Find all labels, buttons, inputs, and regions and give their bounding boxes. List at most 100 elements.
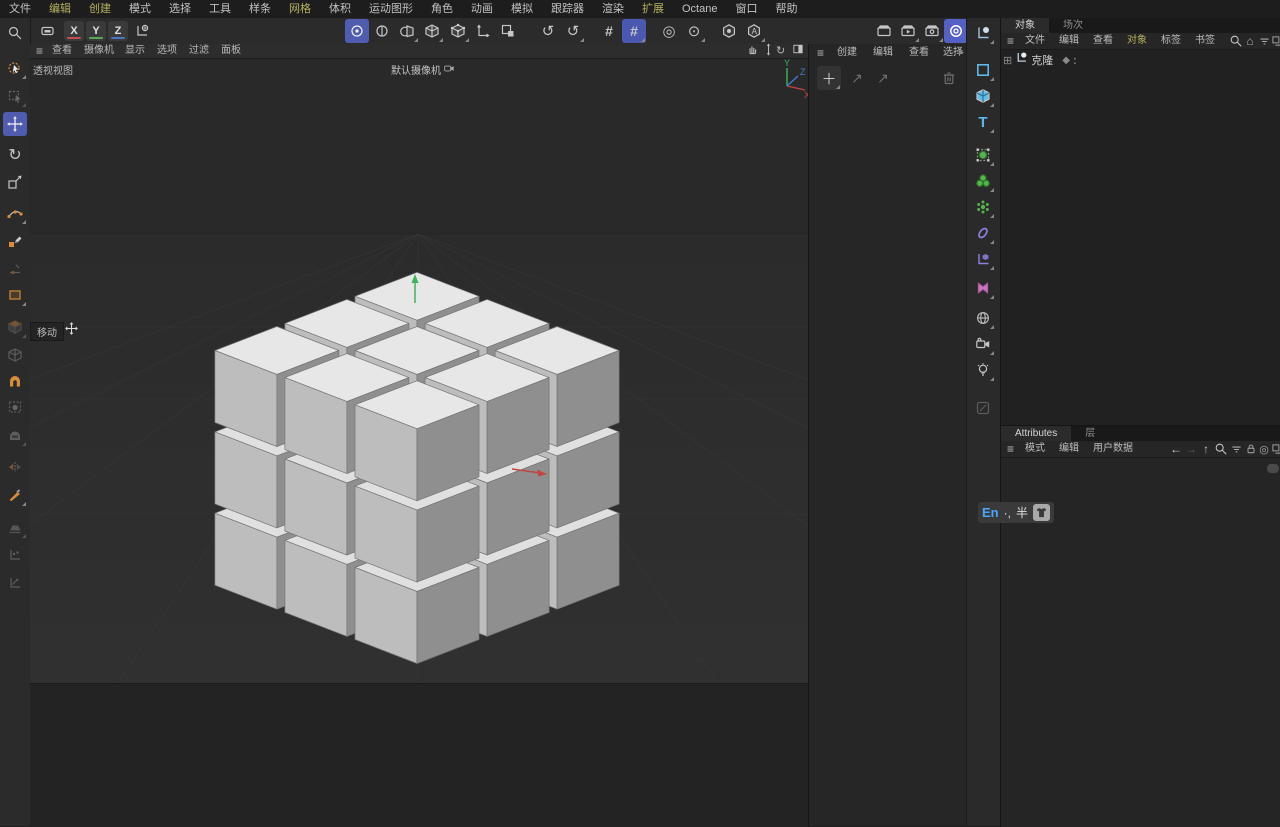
mirror-tool-icon[interactable] bbox=[3, 455, 27, 479]
om-filter-icon[interactable] bbox=[1257, 34, 1271, 48]
layer-diamond-icon[interactable]: ◆ bbox=[1062, 55, 1070, 66]
attr-hamburger-icon[interactable]: ≡ bbox=[1007, 441, 1014, 457]
orbit-view-icon[interactable]: ↻ bbox=[776, 44, 785, 58]
menu-select[interactable]: 选择 bbox=[160, 0, 200, 18]
attr-forward-icon[interactable]: → bbox=[1184, 442, 1198, 456]
menu-simulate[interactable]: 模拟 bbox=[502, 0, 542, 18]
viewport-menu-filter[interactable]: 过滤 bbox=[189, 44, 209, 58]
menu-extensions[interactable]: 扩展 bbox=[633, 0, 673, 18]
enable-axis-icon[interactable]: ↺ bbox=[536, 19, 560, 43]
axis-settings-icon[interactable]: ↺ bbox=[561, 19, 585, 43]
attr-search-icon[interactable] bbox=[1214, 442, 1228, 456]
axis-arrow-icon[interactable] bbox=[3, 571, 27, 595]
texture-mode-icon[interactable] bbox=[395, 19, 419, 43]
axis-dots-icon[interactable] bbox=[3, 543, 27, 567]
scale-tool-icon[interactable] bbox=[3, 170, 27, 194]
spline-pen-icon[interactable] bbox=[3, 229, 27, 253]
camera-label[interactable]: 默认摄像机 bbox=[391, 62, 455, 77]
workplane-mode-icon[interactable] bbox=[496, 19, 520, 43]
menu-tracker[interactable]: 跟踪器 bbox=[542, 0, 593, 18]
menu-edit[interactable]: 编辑 bbox=[40, 0, 80, 18]
menu-create[interactable]: 创建 bbox=[80, 0, 120, 18]
cube-primitive-icon[interactable] bbox=[971, 84, 995, 108]
array-generator-icon[interactable] bbox=[971, 195, 995, 219]
point-mode-icon[interactable] bbox=[446, 19, 470, 43]
move-tool-icon[interactable] bbox=[3, 112, 27, 136]
assign-arrow-icon[interactable]: ↗ bbox=[845, 66, 869, 90]
menu-character[interactable]: 角色 bbox=[422, 0, 462, 18]
delete-trash-icon[interactable] bbox=[937, 66, 961, 90]
rotate-tool-icon[interactable]: ↻ bbox=[3, 143, 27, 167]
menu-mesh[interactable]: 网格 bbox=[280, 0, 320, 18]
live-selection-icon[interactable] bbox=[3, 56, 27, 80]
lock-z-axis-button[interactable]: Z bbox=[108, 21, 128, 41]
ime-bar[interactable]: En ·, 半 bbox=[978, 502, 1054, 523]
box-selection-icon[interactable] bbox=[3, 84, 27, 108]
material-create-icon[interactable] bbox=[971, 396, 995, 420]
unassign-arrow-icon[interactable]: ↗ bbox=[871, 66, 895, 90]
quantize-icon[interactable]: # bbox=[597, 19, 621, 43]
helmet-tool-icon[interactable] bbox=[3, 423, 27, 447]
snap-enabled-icon[interactable]: # bbox=[622, 19, 646, 43]
menu-file[interactable]: 文件 bbox=[0, 0, 40, 18]
om-panel-icon[interactable] bbox=[1270, 34, 1280, 48]
midpanel-menu-view[interactable]: 查看 bbox=[909, 45, 929, 61]
attr-filter-icon[interactable] bbox=[1229, 442, 1243, 456]
symmetry-icon[interactable] bbox=[971, 276, 995, 300]
octane-live-viewer-icon[interactable] bbox=[944, 19, 968, 43]
object-mode-icon[interactable] bbox=[370, 19, 394, 43]
subdivision-surface-icon[interactable] bbox=[971, 143, 995, 167]
add-button[interactable]: ＋ bbox=[817, 66, 841, 90]
cage-deform-icon[interactable] bbox=[3, 395, 27, 419]
midpanel-more-icon[interactable]: ▸ bbox=[959, 45, 964, 61]
sky-globe-icon[interactable] bbox=[971, 306, 995, 330]
menu-animate[interactable]: 动画 bbox=[462, 0, 502, 18]
tab-objects[interactable]: 对象 bbox=[1001, 18, 1049, 33]
attr-menu-mode[interactable]: 模式 bbox=[1025, 441, 1045, 457]
tab-takes[interactable]: 场次 bbox=[1049, 18, 1097, 33]
attr-lock-icon[interactable] bbox=[1244, 442, 1258, 456]
iron-tool-icon[interactable] bbox=[3, 515, 27, 539]
menu-help[interactable]: 帮助 bbox=[766, 0, 806, 18]
menu-spline[interactable]: 样条 bbox=[240, 0, 280, 18]
render-region-icon[interactable]: ◎ bbox=[657, 19, 681, 43]
extrude-cube-icon[interactable] bbox=[3, 315, 27, 339]
om-home-icon[interactable]: ⌂ bbox=[1243, 34, 1257, 48]
attr-back-icon[interactable]: ← bbox=[1169, 442, 1183, 456]
om-menu-view[interactable]: 查看 bbox=[1093, 33, 1113, 49]
render-settings-icon[interactable] bbox=[920, 19, 944, 43]
attr-target-icon[interactable]: ◎ bbox=[1257, 442, 1271, 456]
cube-wire-icon[interactable] bbox=[3, 343, 27, 367]
attr-scrollbar-thumb[interactable] bbox=[1267, 464, 1279, 473]
lock-y-axis-button[interactable]: Y bbox=[86, 21, 106, 41]
menu-tools[interactable]: 工具 bbox=[200, 0, 240, 18]
light-create-icon[interactable] bbox=[971, 358, 995, 382]
om-menu-tags[interactable]: 标签 bbox=[1161, 33, 1181, 49]
camera-create-icon[interactable] bbox=[971, 332, 995, 356]
rectangle-spline-icon[interactable] bbox=[971, 58, 995, 82]
menu-octane[interactable]: Octane bbox=[673, 0, 726, 18]
attr-menu-edit[interactable]: 编辑 bbox=[1059, 441, 1079, 457]
viewport-hamburger-icon[interactable]: ≡ bbox=[36, 44, 43, 58]
search-icon[interactable] bbox=[3, 21, 27, 45]
ime-skin-icon[interactable] bbox=[1033, 504, 1050, 521]
octane-object-icon[interactable] bbox=[717, 19, 741, 43]
axis-mode-icon[interactable] bbox=[471, 19, 495, 43]
attr-panel-icon[interactable] bbox=[1270, 442, 1280, 456]
attr-menu-userdata[interactable]: 用户数据 bbox=[1093, 441, 1133, 457]
visibility-dots-icon[interactable]: : bbox=[1073, 53, 1077, 67]
rectangle-tool-icon[interactable] bbox=[3, 283, 27, 307]
spline-smooth-icon[interactable] bbox=[3, 201, 27, 225]
menu-window[interactable]: 窗口 bbox=[726, 0, 766, 18]
viewport-menu-camera[interactable]: 摄像机 bbox=[84, 44, 114, 58]
om-menu-bookmarks[interactable]: 书签 bbox=[1195, 33, 1215, 49]
ime-language-indicator[interactable]: En bbox=[982, 505, 999, 520]
tweak-tool-icon[interactable] bbox=[3, 257, 27, 281]
metaball-icon[interactable] bbox=[971, 169, 995, 193]
knife-tool-icon[interactable] bbox=[3, 483, 27, 507]
om-menu-object[interactable]: 对象 bbox=[1127, 33, 1147, 49]
tab-attributes[interactable]: Attributes bbox=[1001, 426, 1071, 441]
expand-toggle-icon[interactable]: ⊞ bbox=[1003, 54, 1012, 67]
object-name[interactable]: 克隆 bbox=[1031, 52, 1053, 68]
menu-volume[interactable]: 体积 bbox=[320, 0, 360, 18]
